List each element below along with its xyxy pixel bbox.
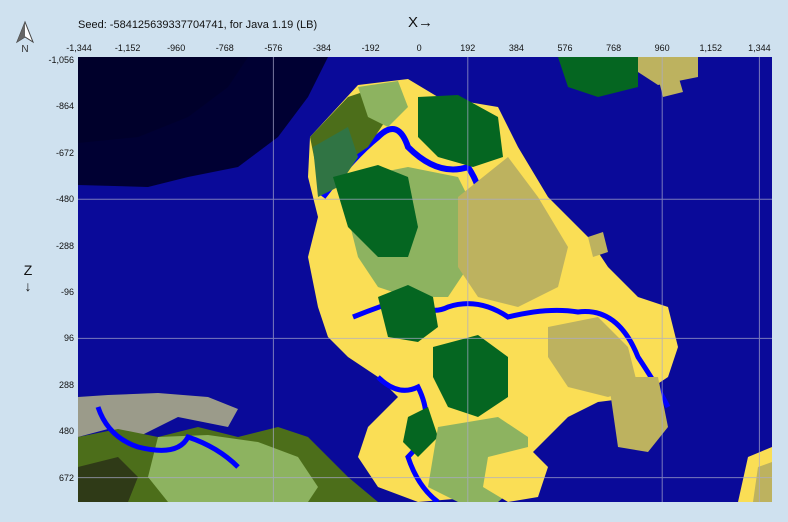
x-tick-label: -768 xyxy=(215,43,234,53)
x-tick-label: 0 xyxy=(416,43,422,53)
z-tick-label: -96 xyxy=(60,287,74,297)
x-tick-label: 1,152 xyxy=(699,43,723,53)
x-tick-label: 768 xyxy=(606,43,622,53)
x-tick-label: -192 xyxy=(361,43,380,53)
z-axis-arrow: ↓ xyxy=(24,278,32,294)
x-tick-label: 576 xyxy=(557,43,573,53)
z-tick-label: 96 xyxy=(63,333,74,344)
x-tick-label: 1,344 xyxy=(748,43,771,53)
x-tick-label: 960 xyxy=(654,43,670,53)
x-axis-ticks: -1,344 -1,152 -960 -768 -576 -384 -192 0 192 384 5… xyxy=(0,43,788,55)
biome-map-canvas[interactable] xyxy=(78,57,772,502)
z-tick-label: 288 xyxy=(58,379,74,390)
x-axis-label: X→ xyxy=(408,14,434,31)
x-tick-label: 192 xyxy=(460,43,476,53)
z-tick-label: -288 xyxy=(55,240,74,251)
x-tick-label: -384 xyxy=(312,43,332,53)
z-tick-label: -672 xyxy=(55,147,74,158)
x-tick-label: 384 xyxy=(508,43,524,53)
z-axis-label: Z ↓ xyxy=(22,262,34,294)
x-tick-label: -1,152 xyxy=(114,43,141,53)
z-axis-letter: Z xyxy=(23,262,33,278)
z-tick-label: 672 xyxy=(58,472,74,483)
x-tick-label: -960 xyxy=(167,43,186,53)
z-tick-label: -864 xyxy=(55,101,74,112)
z-tick-label: -1,056 xyxy=(48,55,74,65)
seed-info: Seed: -584125639337704741, for Java 1.19… xyxy=(78,19,318,31)
biome-map[interactable] xyxy=(78,57,772,502)
z-axis-ticks: -1,056 -864 -672 -480 -288 -96 96 288 480 672 xyxy=(36,0,76,522)
z-tick-label: -480 xyxy=(55,194,74,205)
z-tick-label: 480 xyxy=(58,426,74,437)
x-tick-label: -576 xyxy=(264,43,283,53)
